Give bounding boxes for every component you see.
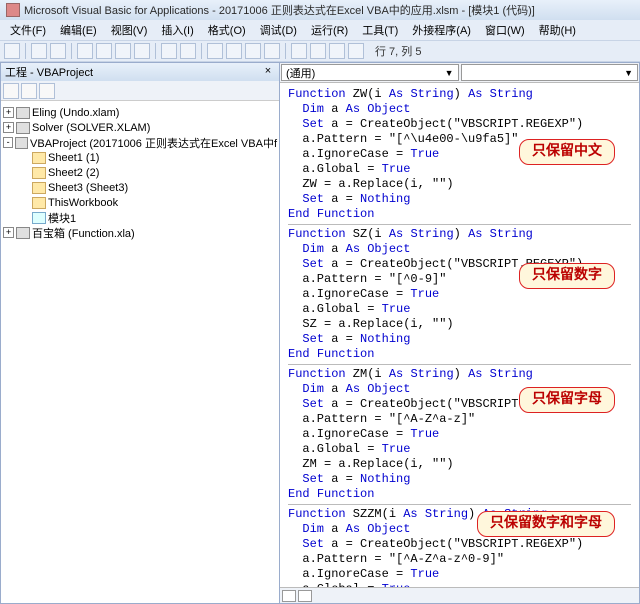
tool-cut[interactable]: [77, 43, 93, 59]
annotation-callout: 只保留中文: [519, 139, 615, 165]
tool-run[interactable]: [207, 43, 223, 59]
annotation-callout: 只保留数字: [519, 263, 615, 289]
object-combo[interactable]: (通用) ▼: [281, 64, 459, 81]
sh-icon: [32, 197, 46, 209]
tree-node[interactable]: 模块1: [3, 210, 277, 225]
menu-item[interactable]: 外接程序(A): [406, 20, 477, 40]
tree-label: ThisWorkbook: [48, 197, 118, 209]
close-icon[interactable]: ×: [261, 65, 275, 79]
tree-label: Sheet1 (1): [48, 152, 99, 164]
tree-label: 模块1: [48, 210, 76, 226]
tree-node[interactable]: Sheet3 (Sheet3): [3, 180, 277, 195]
prj-icon: [16, 122, 30, 134]
menu-item[interactable]: 文件(F): [4, 20, 52, 40]
tree-node[interactable]: Sheet2 (2): [3, 165, 277, 180]
menu-item[interactable]: 格式(O): [202, 20, 252, 40]
menu-item[interactable]: 视图(V): [105, 20, 154, 40]
project-toolbar: [1, 81, 279, 101]
mod-icon: [32, 212, 46, 224]
window-title: Microsoft Visual Basic for Applications …: [24, 2, 535, 18]
sh-icon: [32, 182, 46, 194]
prj-icon: [15, 137, 28, 149]
prj-icon: [16, 227, 30, 239]
expand-icon[interactable]: -: [3, 137, 13, 148]
tool-reset[interactable]: [245, 43, 261, 59]
annotation-callout: 只保留字母: [519, 387, 615, 413]
toolbar: 行 7, 列 5: [0, 40, 640, 62]
tree-label: Eling (Undo.xlam): [32, 107, 119, 119]
tree-label: Sheet2 (2): [48, 167, 99, 179]
menu-item[interactable]: 帮助(H): [533, 20, 582, 40]
menu-item[interactable]: 运行(R): [305, 20, 354, 40]
view-code-button[interactable]: [3, 83, 19, 99]
menu-item[interactable]: 工具(T): [356, 20, 404, 40]
procedure-view-button[interactable]: [282, 590, 296, 602]
tree-node[interactable]: + 百宝箱 (Function.xla): [3, 225, 277, 240]
annotation-callout: 只保留数字和字母: [477, 511, 615, 537]
tree-label: Solver (SOLVER.XLAM): [32, 122, 150, 134]
tool-toolbox[interactable]: [348, 43, 364, 59]
code-view-buttons: [280, 587, 639, 603]
full-module-view-button[interactable]: [298, 590, 312, 602]
expand-icon[interactable]: +: [3, 107, 14, 118]
menu-item[interactable]: 调试(D): [254, 20, 303, 40]
menu-item[interactable]: 编辑(E): [54, 20, 103, 40]
sh-icon: [32, 167, 46, 179]
menu-item[interactable]: 插入(I): [155, 20, 199, 40]
view-object-button[interactable]: [21, 83, 37, 99]
tree-node[interactable]: - VBAProject (20171006 正则表达式在Excel VBA中f: [3, 135, 277, 150]
code-pane: (通用) ▼ ▼ Function ZW(i As String) As Str…: [280, 62, 640, 604]
toggle-folders-button[interactable]: [39, 83, 55, 99]
tool-undo[interactable]: [161, 43, 177, 59]
project-explorer: 工程 - VBAProject × + Eling (Undo.xlam) + Sol…: [0, 62, 280, 604]
tree-node[interactable]: Sheet1 (1): [3, 150, 277, 165]
tree-node[interactable]: + Solver (SOLVER.XLAM): [3, 120, 277, 135]
tree-node[interactable]: + Eling (Undo.xlam): [3, 105, 277, 120]
tool-redo[interactable]: [180, 43, 196, 59]
menu-bar: 文件(F)编辑(E)视图(V)插入(I)格式(O)调试(D)运行(R)工具(T)…: [0, 20, 640, 40]
tool-find[interactable]: [134, 43, 150, 59]
code-editor[interactable]: Function ZW(i As String) As String Dim a…: [280, 83, 639, 587]
tool-props[interactable]: [310, 43, 326, 59]
tool-view-excel[interactable]: [4, 43, 20, 59]
tree-label: VBAProject (20171006 正则表达式在Excel VBA中f: [30, 135, 277, 151]
sh-icon: [32, 152, 46, 164]
tool-design[interactable]: [264, 43, 280, 59]
cursor-position: 行 7, 列 5: [375, 43, 421, 59]
title-bar: Microsoft Visual Basic for Applications …: [0, 0, 640, 20]
tool-copy[interactable]: [96, 43, 112, 59]
prj-icon: [16, 107, 30, 119]
menu-item[interactable]: 窗口(W): [479, 20, 531, 40]
app-icon: [6, 3, 20, 17]
tool-obj-browser[interactable]: [329, 43, 345, 59]
project-tree[interactable]: +Eling (Undo.xlam)+Solver (SOLVER.XLAM)-…: [1, 101, 279, 603]
tool-save[interactable]: [50, 43, 66, 59]
tree-label: Sheet3 (Sheet3): [48, 182, 128, 194]
expand-icon[interactable]: +: [3, 227, 14, 238]
chevron-down-icon: ▼: [624, 68, 633, 78]
tree-label: 百宝箱 (Function.xla): [32, 225, 135, 241]
tool-break[interactable]: [226, 43, 242, 59]
project-explorer-title: 工程 - VBAProject ×: [1, 63, 279, 81]
procedure-combo[interactable]: ▼: [461, 64, 639, 81]
function-block[interactable]: Function SZ(i As String) As String Dim a…: [288, 227, 631, 362]
chevron-down-icon: ▼: [445, 68, 454, 78]
tool-insert[interactable]: [31, 43, 47, 59]
expand-icon[interactable]: +: [3, 122, 14, 133]
tree-node[interactable]: ThisWorkbook: [3, 195, 277, 210]
tool-proj-explorer[interactable]: [291, 43, 307, 59]
tool-paste[interactable]: [115, 43, 131, 59]
